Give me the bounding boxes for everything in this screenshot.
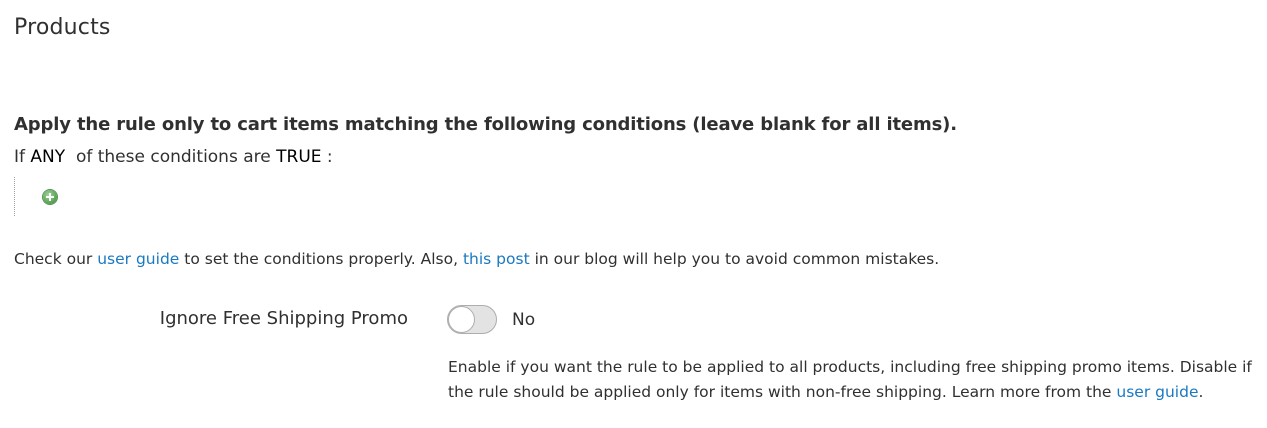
toggle-knob (448, 306, 475, 333)
conditions-heading: Apply the rule only to cart items matchi… (14, 114, 957, 135)
aggregator-selector[interactable]: ANY (30, 147, 65, 167)
guide-text: to set the conditions properly. Also, (184, 250, 459, 268)
user-guide-link[interactable]: user guide (97, 250, 179, 268)
guide-text: in our blog will help you to avoid commo… (534, 250, 940, 268)
this-post-link[interactable]: this post (463, 250, 530, 268)
section-title: Products (14, 15, 111, 40)
conditions-statement: If ANY of these conditions are TRUE : (14, 145, 333, 169)
note-end: . (1198, 383, 1204, 401)
note-user-guide-link[interactable]: user guide (1116, 383, 1198, 401)
guide-text: Check our (14, 250, 93, 268)
value-selector[interactable]: TRUE (276, 147, 321, 167)
conditions-suffix: : (326, 147, 333, 167)
toggle-state-text: No (512, 310, 536, 330)
conditions-tree (14, 177, 75, 216)
ignore-free-shipping-note: Enable if you want the rule to be applie… (448, 355, 1260, 405)
ignore-free-shipping-label: Ignore Free Shipping Promo (159, 308, 408, 329)
ignore-free-shipping-toggle[interactable] (447, 305, 497, 334)
add-circle-icon[interactable] (43, 190, 57, 204)
conditions-help-text: Check our user guide to set the conditio… (14, 248, 939, 270)
conditions-prefix: If (14, 147, 25, 167)
conditions-middle-text: of these conditions are (75, 147, 271, 167)
